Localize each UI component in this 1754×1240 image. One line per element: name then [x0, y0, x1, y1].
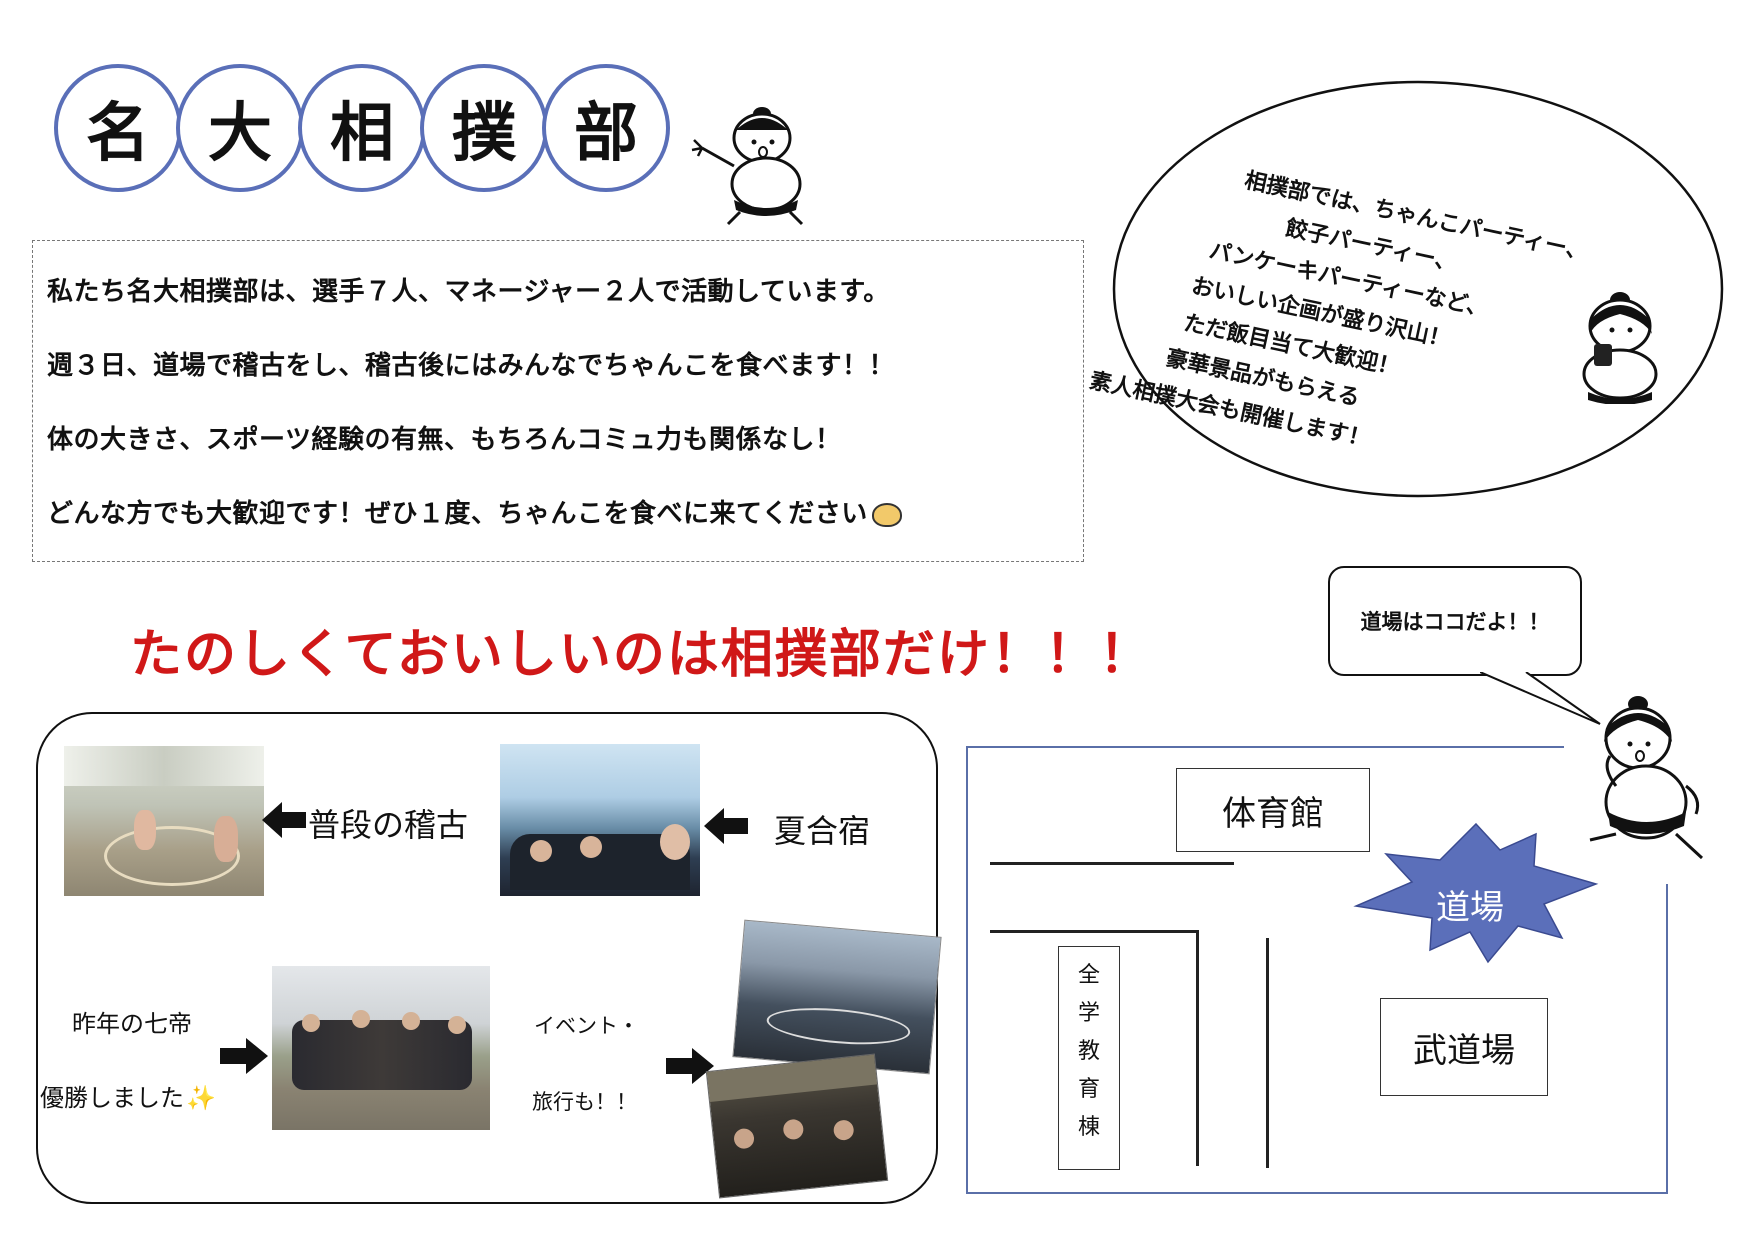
- title-char-4: 撲: [420, 64, 548, 192]
- map-border-right: [1666, 884, 1668, 1194]
- champion-label-2: 優勝しました✨: [40, 1084, 216, 1112]
- intro-line-1: 私たち名大相撲部は、選手７人、マネージャー２人で活動しています。: [47, 277, 890, 307]
- dojo-label: 道場: [1436, 888, 1504, 928]
- camp-label: 夏合宿: [774, 812, 871, 850]
- title-char-5: 部: [542, 64, 670, 192]
- map-road: [1196, 930, 1199, 1166]
- map-border-top: [966, 746, 1564, 748]
- practice-photo: [64, 746, 264, 896]
- champion-label-1: 昨年の七帝: [72, 1010, 192, 1038]
- event-label-1: イベント・: [534, 1014, 639, 1038]
- title-char-2: 大: [176, 64, 304, 192]
- event-label-2: 旅行も！！: [532, 1090, 637, 1114]
- intro-box: 私たち名大相撲部は、選手７人、マネージャー２人で活動しています。 週３日、道場で…: [32, 240, 1084, 562]
- slogan: たのしくておいしいのは相撲部だけ！！！: [130, 625, 1153, 685]
- sumo-eating-icon: [1582, 292, 1658, 404]
- budojo-building: 武道場: [1380, 998, 1548, 1096]
- arrow-left-icon: [262, 802, 306, 838]
- champion-photo: [272, 966, 490, 1130]
- intro-line-3: 体の大きさ、スポーツ経験の有無、もちろんコミュ力も関係なし！: [47, 425, 842, 455]
- title-char-3: 相: [298, 64, 426, 192]
- sumo-mascot-icon: [691, 107, 804, 226]
- map-road: [990, 862, 1234, 865]
- map-road: [1266, 938, 1269, 1168]
- camp-photo: [500, 744, 700, 896]
- arrow-right-icon: [220, 1038, 268, 1074]
- map-border-left: [966, 746, 968, 1192]
- map-border-bottom: [966, 1192, 1668, 1194]
- intro-line-2: 週３日、道場で稽古をし、稽古後にはみんなでちゃんこを食べます！！: [47, 351, 896, 381]
- sparkle-icon: ✨: [186, 1084, 216, 1112]
- practice-label: 普段の稽古: [308, 806, 469, 844]
- zengaku-building: 全 学 教 育 棟: [1058, 946, 1120, 1170]
- chanko-pot-icon: [871, 502, 902, 527]
- title-char-1: 名: [54, 64, 182, 192]
- map-callout: 道場はココだよ！！: [1328, 566, 1582, 676]
- map-road: [990, 930, 1198, 933]
- arrow-left-icon: [704, 808, 748, 844]
- intro-line-4: どんな方でも大歓迎です！ぜひ１度、ちゃんこを食べに来てください: [47, 493, 902, 530]
- gym-building: 体育館: [1176, 768, 1370, 852]
- event-photo-2: [705, 1053, 889, 1199]
- event-photo-1: [732, 919, 942, 1075]
